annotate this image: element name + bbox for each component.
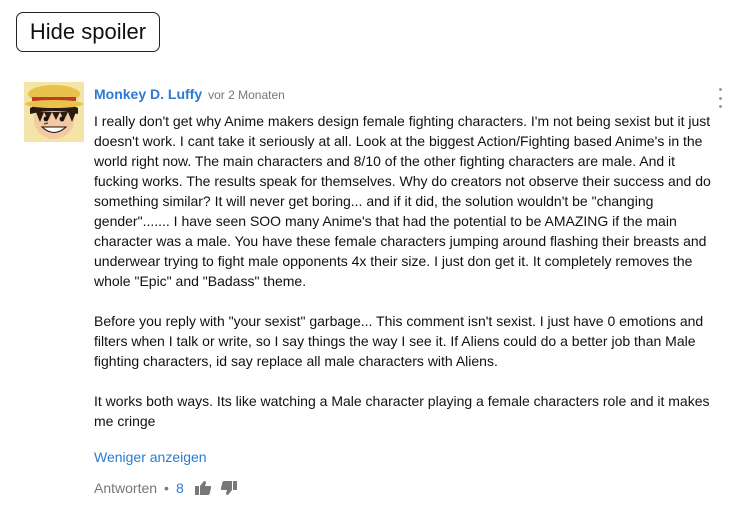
comment-paragraph: Before you reply with "your sexist" garb… xyxy=(94,313,704,369)
comment-paragraph: It works both ways. Its like watching a … xyxy=(94,393,710,429)
thumbs-down-icon[interactable] xyxy=(220,480,238,496)
show-less-link[interactable]: Weniger anzeigen xyxy=(94,449,207,465)
comment-timestamp[interactable]: vor 2 Monaten xyxy=(208,88,285,102)
comment-paragraph: I really don't get why Anime makers desi… xyxy=(94,113,711,289)
comment-actions: Antworten • 8 xyxy=(94,480,246,496)
like-count: 8 xyxy=(175,480,184,496)
reply-button[interactable]: Antworten xyxy=(94,480,157,496)
separator-dot: • xyxy=(164,480,169,496)
luffy-avatar-icon xyxy=(24,82,84,142)
hide-spoiler-button[interactable]: Hide spoiler xyxy=(16,12,160,52)
comment-header: Monkey D. Luffy vor 2 Monaten xyxy=(94,86,285,102)
thumbs-up-icon[interactable] xyxy=(194,480,212,496)
comment-body: I really don't get why Anime makers desi… xyxy=(94,111,719,431)
avatar[interactable] xyxy=(24,82,84,142)
kebab-menu-icon[interactable] xyxy=(715,88,725,108)
comment-author[interactable]: Monkey D. Luffy xyxy=(94,86,202,102)
